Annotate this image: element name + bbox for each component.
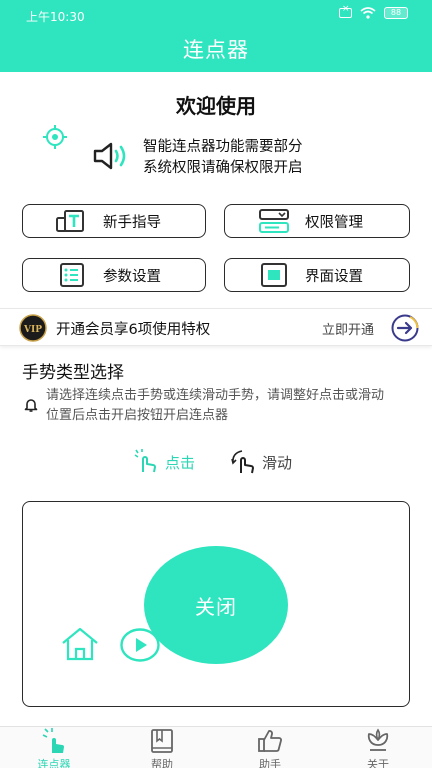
bell-icon bbox=[24, 399, 38, 412]
book-icon bbox=[151, 729, 173, 753]
tab-assistant[interactable]: 助手 bbox=[235, 727, 305, 768]
vip-text: 开通会员享6项使用特权 bbox=[56, 322, 211, 338]
params-button-label: 参数设置 bbox=[103, 268, 161, 285]
list-icon bbox=[60, 263, 84, 287]
gesture-section-title: 手势类型选择 bbox=[22, 363, 124, 383]
wifi-icon bbox=[360, 7, 376, 19]
screen-icon bbox=[261, 263, 287, 287]
params-button[interactable]: 参数设置 bbox=[22, 258, 206, 292]
click-mode-option[interactable]: 点击 bbox=[133, 449, 195, 475]
app-header: 上午10:30 88 连点器 bbox=[0, 0, 432, 72]
slide-mode-label: 滑动 bbox=[262, 453, 293, 472]
page-title: 连点器 bbox=[183, 38, 249, 62]
click-mode-label: 点击 bbox=[165, 453, 196, 472]
status-bar: 上午10:30 88 bbox=[0, 0, 432, 30]
vip-badge-label: VIP bbox=[23, 325, 42, 335]
permission-notice: 智能连点器功能需要部分 系统权限请确保权限开启 bbox=[143, 137, 303, 179]
permission-button-label: 权限管理 bbox=[305, 214, 363, 231]
close-button[interactable]: 关闭 bbox=[144, 546, 288, 664]
speaker-icon bbox=[93, 142, 126, 170]
bottom-tab-bar: 连点器 帮助 助手 关于 bbox=[0, 726, 432, 768]
interface-button-label: 界面设置 bbox=[305, 268, 363, 285]
no-sim-icon bbox=[339, 4, 352, 18]
arrow-right-icon[interactable] bbox=[390, 313, 420, 343]
status-icons: 88 bbox=[339, 4, 408, 19]
notice-line-1: 智能连点器功能需要部分 bbox=[143, 139, 303, 155]
battery-icon: 88 bbox=[384, 7, 408, 19]
tab-about[interactable]: 关于 bbox=[343, 727, 413, 768]
swipe-icon bbox=[231, 450, 254, 474]
vip-badge-icon: VIP bbox=[19, 314, 47, 342]
slide-mode-option[interactable]: 滑动 bbox=[230, 449, 292, 475]
target-icon bbox=[43, 125, 67, 149]
interface-button[interactable]: 界面设置 bbox=[224, 258, 410, 292]
tab-help-label: 帮助 bbox=[151, 758, 173, 768]
tab-assistant-label: 助手 bbox=[259, 758, 281, 768]
status-time: 上午10:30 bbox=[26, 10, 85, 24]
permission-icon bbox=[259, 209, 289, 233]
thumbs-up-icon bbox=[258, 730, 282, 752]
vip-open-link[interactable]: 立即开通 bbox=[322, 319, 374, 338]
tab-help[interactable]: 帮助 bbox=[127, 727, 197, 768]
tap-icon bbox=[134, 449, 156, 473]
tap-icon bbox=[42, 728, 64, 753]
permission-button[interactable]: 权限管理 bbox=[224, 204, 410, 238]
welcome-heading: 欢迎使用 bbox=[176, 94, 256, 118]
guide-icon bbox=[56, 210, 84, 232]
tab-clicker[interactable]: 连点器 bbox=[19, 727, 89, 768]
home-icon[interactable] bbox=[60, 626, 100, 662]
notice-line-2: 系统权限请确保权限开启 bbox=[143, 160, 303, 176]
tab-about-label: 关于 bbox=[367, 758, 389, 768]
flower-icon bbox=[367, 728, 389, 751]
guide-button-label: 新手指导 bbox=[103, 214, 161, 231]
tab-clicker-label: 连点器 bbox=[37, 758, 71, 768]
vip-banner[interactable]: VIP 开通会员享6项使用特权 立即开通 bbox=[0, 308, 432, 346]
gesture-hint: 请选择连续点击手势或连续滑动手势，请调整好点击或滑动位置后点击开启按钮开启连点器 bbox=[46, 388, 385, 423]
guide-button[interactable]: 新手指导 bbox=[22, 204, 206, 238]
